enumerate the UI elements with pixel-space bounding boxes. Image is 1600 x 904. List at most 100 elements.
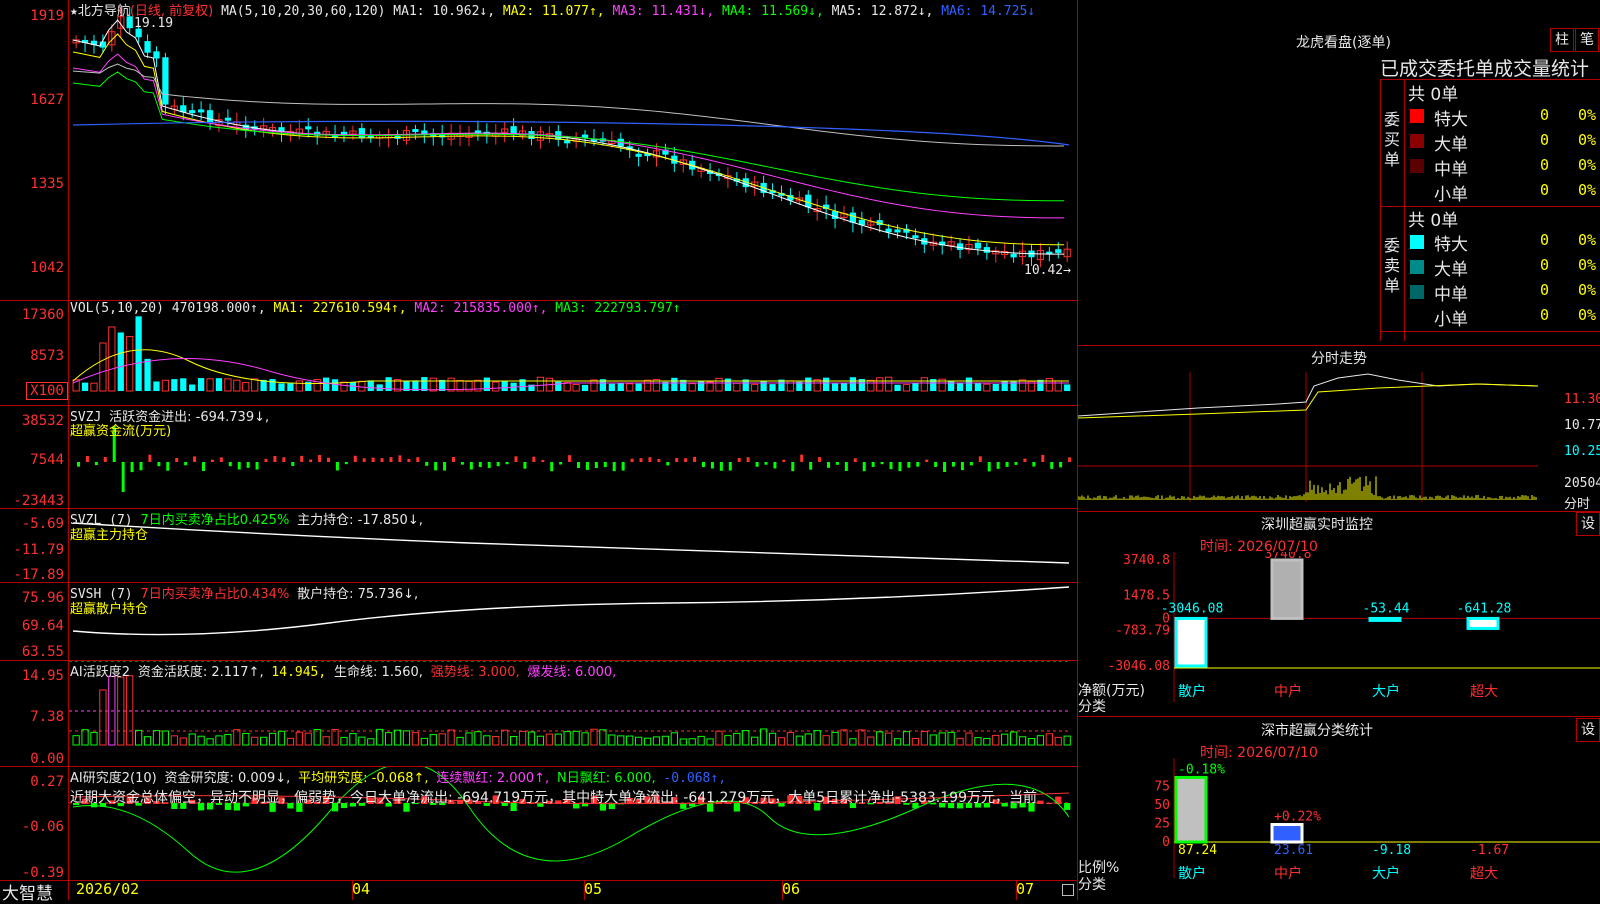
volume-chart[interactable] bbox=[69, 301, 1077, 405]
price-chart[interactable] bbox=[69, 0, 1077, 300]
active-bar bbox=[251, 736, 259, 746]
flow-bar bbox=[184, 462, 188, 466]
x-tick bbox=[584, 880, 585, 900]
vol-bar bbox=[117, 332, 124, 391]
intraday-avg bbox=[1078, 383, 1539, 419]
active-bar bbox=[536, 735, 545, 746]
pen-mode-button[interactable]: 笔 bbox=[1575, 28, 1599, 52]
flow-bar bbox=[568, 455, 572, 462]
active-bar bbox=[224, 733, 232, 746]
sell-total: 共 0单 bbox=[1408, 211, 1459, 231]
candle bbox=[974, 242, 982, 249]
flow-bar bbox=[773, 462, 777, 469]
flow-bar bbox=[380, 458, 384, 462]
svsh-tick: 63.55 bbox=[21, 644, 64, 660]
buy-level-pct: 0% bbox=[1578, 156, 1597, 174]
monitor-data-label: -53.44 bbox=[1363, 601, 1410, 616]
intraday-tick: 分时 bbox=[1564, 497, 1591, 512]
active-bar bbox=[420, 737, 428, 746]
flow-bar bbox=[228, 462, 232, 467]
flow-bar bbox=[594, 462, 598, 468]
vol-bar bbox=[492, 381, 500, 392]
x-tick bbox=[782, 880, 783, 900]
vol-bar bbox=[1001, 380, 1008, 391]
price-tick: 1627 bbox=[30, 92, 64, 108]
flow-bar bbox=[121, 462, 125, 492]
lock-icon[interactable] bbox=[1062, 884, 1074, 896]
flow-bar bbox=[487, 462, 491, 468]
flow-bar bbox=[1059, 462, 1063, 468]
active-bar bbox=[831, 731, 839, 746]
flow-bar bbox=[1032, 462, 1036, 467]
active-bar bbox=[474, 731, 482, 746]
active-bar bbox=[268, 732, 277, 746]
vol-bar bbox=[920, 377, 928, 392]
stock-name[interactable]: 北方导航 bbox=[78, 4, 130, 19]
flow-bar bbox=[434, 462, 438, 471]
active-bar bbox=[483, 735, 491, 746]
flow-bar bbox=[1005, 462, 1009, 467]
vol-bar bbox=[572, 383, 580, 392]
monitor-data-label: -3046.08 bbox=[1161, 601, 1224, 616]
flow-bar bbox=[505, 462, 509, 465]
x-label: 2026/02 bbox=[76, 880, 140, 898]
flow-bar bbox=[264, 458, 268, 462]
monitor-chart[interactable]: 3740.81478.50-783.79-3046.08-3046.08散户37… bbox=[1078, 552, 1600, 712]
buy-level-pct: 0% bbox=[1578, 181, 1597, 199]
x-label: 04 bbox=[352, 880, 371, 898]
ai1-header: AI活跃度2 资金活跃度: 2.117↑, 14.945, 生命线: 1.560… bbox=[70, 661, 616, 680]
svzl-tick: -5.69 bbox=[21, 516, 64, 532]
stats-chart[interactable]: 75 50 25 0 -0.18% 87.24 散户 +0.22% 23.61 中户 -9.18 大户… bbox=[1078, 758, 1600, 900]
star-icon[interactable]: ★ bbox=[70, 4, 78, 19]
active-bar bbox=[733, 732, 741, 746]
flow-bar bbox=[85, 455, 89, 462]
ai2-tick: 0.27 bbox=[30, 774, 64, 790]
flow-bar bbox=[452, 456, 455, 462]
ai1-tick: 14.95 bbox=[21, 668, 64, 684]
monitor-bar bbox=[1368, 616, 1402, 622]
monitor-settings-button[interactable]: 设 bbox=[1576, 512, 1600, 536]
buy-level-name: 小单 bbox=[1434, 185, 1468, 205]
ma-line bbox=[72, 63, 1065, 147]
svzl-tick: -17.89 bbox=[13, 567, 64, 583]
active-bar bbox=[376, 728, 384, 746]
flow-bar bbox=[862, 462, 866, 472]
active-bar bbox=[679, 738, 687, 746]
vol-unit-button[interactable]: X100 bbox=[26, 382, 68, 400]
ai2-header: AI研究度2(10) 资金研究度: 0.009↓, 平均研究度: -0.068↑… bbox=[70, 767, 726, 786]
stats-y-tick: 50 bbox=[1154, 798, 1170, 813]
sell-label: 委卖单 bbox=[1383, 236, 1400, 295]
active-bar bbox=[81, 729, 89, 746]
candle bbox=[189, 110, 196, 114]
stats-category: 大户 bbox=[1372, 865, 1400, 882]
svzl-hold: 主力持仓: -17.850↓, bbox=[297, 513, 423, 528]
flow-bar bbox=[371, 457, 375, 462]
monitor-bar bbox=[1174, 616, 1208, 668]
stats-settings-button[interactable]: 设 bbox=[1576, 718, 1600, 742]
flow-bar bbox=[791, 462, 795, 472]
active-bar bbox=[911, 737, 920, 746]
stats-data-label: 23.61 bbox=[1274, 843, 1313, 858]
flow-bar bbox=[407, 458, 411, 462]
sell-level-name: 特大 bbox=[1434, 235, 1468, 255]
vol-bar bbox=[805, 377, 812, 391]
intraday-chart[interactable] bbox=[1078, 372, 1600, 510]
active-bar bbox=[849, 738, 857, 746]
flow-bar bbox=[719, 462, 723, 471]
active-bar bbox=[661, 735, 670, 746]
flow-bar bbox=[148, 454, 152, 462]
svsh-tick: 75.96 bbox=[21, 590, 64, 606]
stats-bar bbox=[1270, 823, 1304, 844]
flow-bar bbox=[157, 462, 161, 467]
intraday-price bbox=[1078, 373, 1539, 417]
flow-bar bbox=[219, 457, 223, 462]
bar-mode-button[interactable]: 柱 bbox=[1550, 28, 1574, 52]
flow-bar bbox=[550, 462, 554, 472]
flow-bar bbox=[335, 462, 339, 471]
flow-bar bbox=[978, 456, 982, 462]
flow-bar bbox=[880, 462, 884, 465]
vol-bar bbox=[331, 379, 339, 391]
buy-level-count: 0 bbox=[1540, 156, 1550, 174]
candle bbox=[983, 247, 990, 253]
flow-bar bbox=[193, 456, 197, 462]
